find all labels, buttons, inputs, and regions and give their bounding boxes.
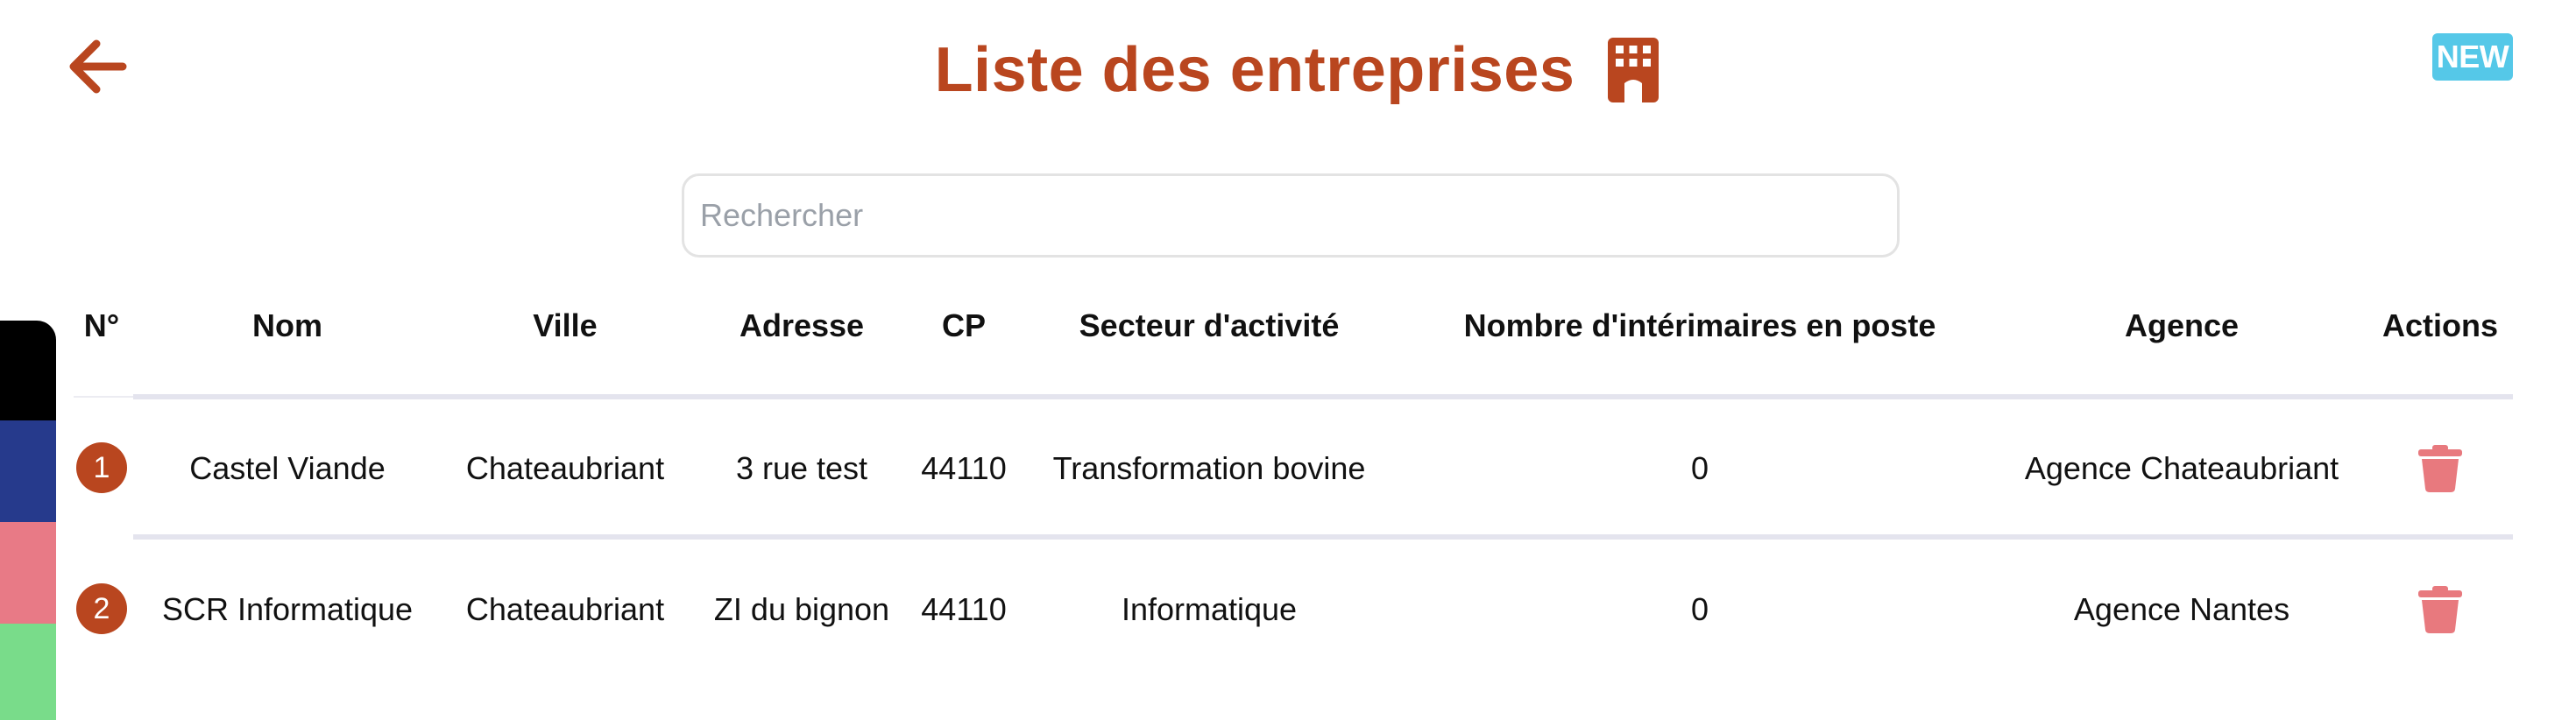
cell-secteur: Informatique bbox=[1121, 591, 1298, 627]
column-header-cp: CP bbox=[941, 307, 986, 343]
column-header-interimaires: Nombre d'intérimaires en poste bbox=[1463, 307, 1936, 343]
cell-nom: SCR Informatique bbox=[161, 591, 414, 627]
column-header-adresse: Adresse bbox=[739, 307, 865, 343]
cell-agence: Agence Chateaubriant bbox=[2024, 450, 2339, 486]
cell-agence: Agence Nantes bbox=[2073, 591, 2290, 627]
column-header-number: N° bbox=[83, 307, 120, 343]
column-header-nom: Nom bbox=[252, 307, 322, 343]
header-divider-short bbox=[74, 396, 133, 398]
column-header-agence: Agence bbox=[2124, 307, 2240, 343]
delete-button[interactable] bbox=[2418, 586, 2462, 633]
new-button[interactable]: NEW bbox=[2432, 33, 2513, 81]
row-divider bbox=[133, 534, 2513, 540]
column-header-ville: Ville bbox=[533, 307, 598, 343]
cell-interimaires: 0 bbox=[1690, 591, 1709, 627]
delete-button[interactable] bbox=[2418, 445, 2462, 492]
search-input[interactable] bbox=[682, 173, 1900, 258]
cell-adresse: ZI du bignon bbox=[713, 591, 890, 627]
header-divider bbox=[133, 394, 2513, 399]
cell-ville: Chateaubriant bbox=[465, 591, 665, 627]
page-header: Liste des entreprises bbox=[0, 26, 2576, 114]
page: Liste des entreprises NEW N° Nom Ville A… bbox=[0, 0, 2576, 720]
row-number-badge: 1 bbox=[76, 442, 127, 493]
color-strip-black bbox=[0, 321, 56, 420]
color-strip-green bbox=[0, 624, 56, 720]
page-title: Liste des entreprises bbox=[934, 35, 1575, 105]
cell-adresse: 3 rue test bbox=[735, 450, 868, 486]
row-number-badge: 2 bbox=[76, 583, 127, 634]
cell-cp: 44110 bbox=[921, 591, 1007, 627]
building-icon bbox=[1608, 38, 1660, 102]
color-strip-pink bbox=[0, 522, 56, 624]
cell-cp: 44110 bbox=[921, 450, 1007, 486]
color-strip-blue bbox=[0, 420, 56, 522]
trash-icon bbox=[2418, 445, 2462, 492]
cell-nom: Castel Viande bbox=[189, 450, 386, 486]
cell-secteur: Transformation bovine bbox=[1052, 450, 1366, 486]
column-header-actions: Actions bbox=[2381, 307, 2498, 343]
cell-interimaires: 0 bbox=[1690, 450, 1709, 486]
column-header-secteur: Secteur d'activité bbox=[1079, 307, 1340, 343]
trash-icon bbox=[2418, 586, 2462, 633]
cell-ville: Chateaubriant bbox=[465, 450, 665, 486]
